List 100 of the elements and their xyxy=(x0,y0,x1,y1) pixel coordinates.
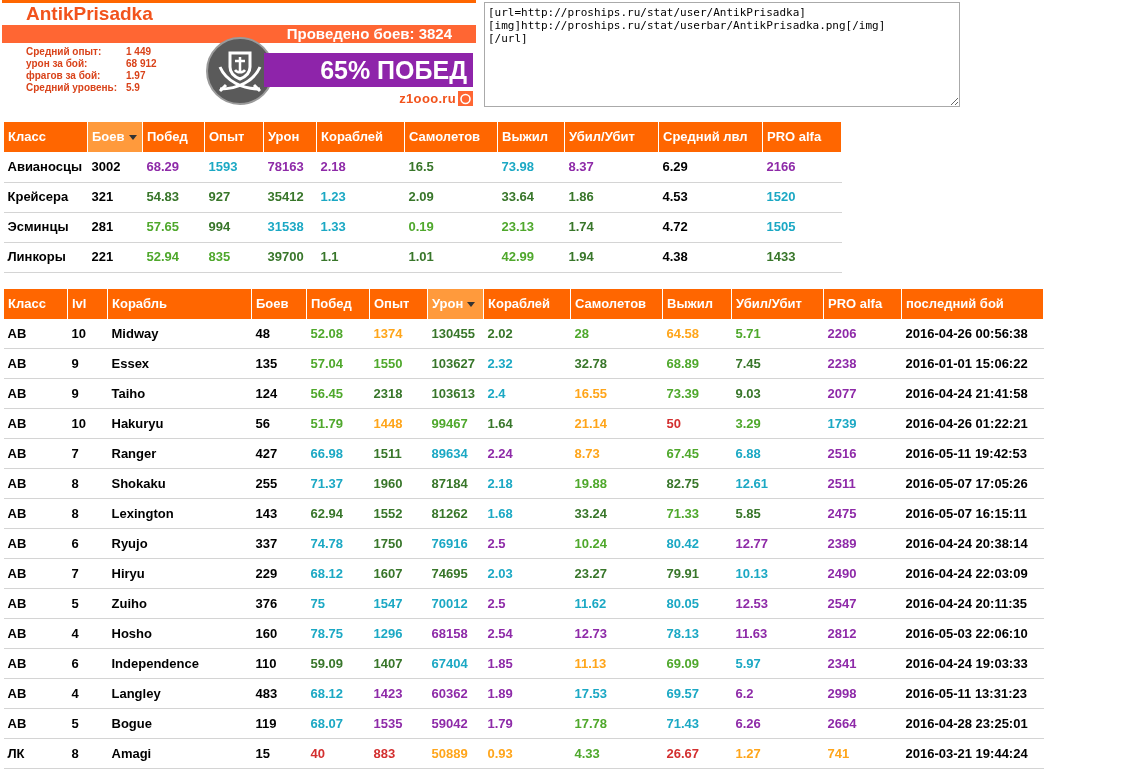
table-cell: 57.04 xyxy=(306,348,370,379)
battles-bar: Проведено боев: 3824 xyxy=(2,25,476,43)
column-header[interactable]: Опыт xyxy=(204,122,264,152)
table-cell: 28 xyxy=(570,318,663,349)
table-cell: 835 xyxy=(204,242,264,272)
column-header[interactable]: Выжил xyxy=(497,122,565,152)
table-cell: 99467 xyxy=(427,408,484,439)
table-cell: 2016-05-07 17:05:26 xyxy=(901,468,1044,499)
column-header[interactable]: Боев xyxy=(251,288,307,319)
table-cell: 87184 xyxy=(427,468,484,499)
table-cell: 1.89 xyxy=(483,678,571,709)
table-cell: 1607 xyxy=(369,558,428,589)
column-header[interactable]: последний бой xyxy=(901,288,1044,319)
column-header[interactable]: Самолетов xyxy=(570,288,663,319)
column-header[interactable]: PRO alfa xyxy=(823,288,902,319)
table-cell: 56.45 xyxy=(306,378,370,409)
table-cell: 5.85 xyxy=(731,498,824,529)
table-cell: 130455 xyxy=(427,318,484,349)
column-header[interactable]: Средний лвл xyxy=(658,122,763,152)
bbcode-field[interactable]: [url=http://proships.ru/stat/user/AntikPrisadka] [img]http://proships.ru/stat/userbar/AntikPrisadka.png[/img] [/url] xyxy=(484,2,960,107)
table-cell: 483 xyxy=(251,678,307,709)
table-cell: 1.74 xyxy=(564,212,659,242)
column-header[interactable]: Класс xyxy=(3,288,68,319)
table-cell: 52.94 xyxy=(142,242,205,272)
column-header[interactable]: Побед xyxy=(142,122,205,152)
table-cell: 16.5 xyxy=(404,152,498,182)
table-cell: 15 xyxy=(251,738,307,769)
table-cell: 10 xyxy=(67,318,108,349)
column-header[interactable]: Опыт xyxy=(369,288,428,319)
column-header[interactable]: Самолетов xyxy=(404,122,498,152)
table-cell: 2.03 xyxy=(483,558,571,589)
column-header[interactable]: Убил/Убит xyxy=(564,122,659,152)
column-header[interactable]: PRO alfa xyxy=(762,122,842,152)
table-cell: 7 xyxy=(67,438,108,469)
column-header[interactable]: Побед xyxy=(306,288,370,319)
table-cell: 39700 xyxy=(263,242,317,272)
table-cell: 78163 xyxy=(263,152,317,182)
table-cell: 59042 xyxy=(427,708,484,739)
table-cell: 2.09 xyxy=(404,182,498,212)
column-header[interactable]: Боев xyxy=(87,122,143,152)
column-header[interactable]: Выжил xyxy=(662,288,732,319)
table-cell: 64.58 xyxy=(662,318,732,349)
table-cell: 68.12 xyxy=(306,558,370,589)
column-header[interactable]: Урон xyxy=(263,122,317,152)
table-cell: 68.07 xyxy=(306,708,370,739)
column-header[interactable]: Урон xyxy=(427,288,484,319)
column-header[interactable]: Кораблей xyxy=(316,122,405,152)
table-cell: 1.79 xyxy=(483,708,571,739)
site-link[interactable]: z1ooo.ru xyxy=(399,89,456,109)
column-header[interactable]: Убил/Убит xyxy=(731,288,824,319)
table-cell: 1.85 xyxy=(483,648,571,679)
table-cell: 741 xyxy=(823,738,902,769)
table-cell: 1407 xyxy=(369,648,428,679)
table-cell: 2511 xyxy=(823,468,902,499)
table-cell: 1448 xyxy=(369,408,428,439)
stat-label: урон за бой: xyxy=(26,58,88,70)
table-cell: 135 xyxy=(251,348,307,379)
table-cell: 5.71 xyxy=(731,318,824,349)
table-cell: 1520 xyxy=(762,182,842,212)
table-cell: Hosho xyxy=(107,618,252,649)
table-cell: 7.45 xyxy=(731,348,824,379)
column-header[interactable]: Корабль xyxy=(107,288,252,319)
table-cell: 2475 xyxy=(823,498,902,529)
table-cell: 103627 xyxy=(427,348,484,379)
table-cell: 8.73 xyxy=(570,438,663,469)
table-cell: 2016-05-03 22:06:10 xyxy=(901,618,1044,649)
table-cell: 2.54 xyxy=(483,618,571,649)
table-cell: 927 xyxy=(204,182,264,212)
table-cell: 50 xyxy=(662,408,732,439)
table-cell: 66.98 xyxy=(306,438,370,469)
table-cell: 2238 xyxy=(823,348,902,379)
table-cell: 1296 xyxy=(369,618,428,649)
table-cell: 73.98 xyxy=(497,152,565,182)
stat-value: 5.9 xyxy=(126,82,141,94)
column-header[interactable]: Кораблей xyxy=(483,288,571,319)
table-cell: 9.03 xyxy=(731,378,824,409)
table-cell: 57.65 xyxy=(142,212,205,242)
table-cell: 74695 xyxy=(427,558,484,589)
table-cell: 69.09 xyxy=(662,648,732,679)
table-cell: 2016-04-24 22:03:09 xyxy=(901,558,1044,589)
table-cell: 2016-04-24 19:03:33 xyxy=(901,648,1044,679)
table-cell: Hakuryu xyxy=(107,408,252,439)
table-cell: 54.83 xyxy=(142,182,205,212)
column-header[interactable]: Класс xyxy=(3,122,88,152)
column-header[interactable]: lvl xyxy=(67,288,108,319)
table-cell: 6.2 xyxy=(731,678,824,709)
table-cell: 8 xyxy=(67,738,108,769)
table-cell: 119 xyxy=(251,708,307,739)
table-cell: 78.13 xyxy=(662,618,732,649)
table-cell: 2016-04-28 23:25:01 xyxy=(901,708,1044,739)
table-cell: 8.37 xyxy=(564,152,659,182)
table-cell: 21.14 xyxy=(570,408,663,439)
table-cell: 1.64 xyxy=(483,408,571,439)
table-cell: 12.53 xyxy=(731,588,824,619)
table-cell: 2016-04-26 00:56:38 xyxy=(901,318,1044,349)
table-cell: 103613 xyxy=(427,378,484,409)
table-cell: 17.53 xyxy=(570,678,663,709)
table-cell: 31538 xyxy=(263,212,317,242)
table-cell: 73.39 xyxy=(662,378,732,409)
table-cell: 89634 xyxy=(427,438,484,469)
